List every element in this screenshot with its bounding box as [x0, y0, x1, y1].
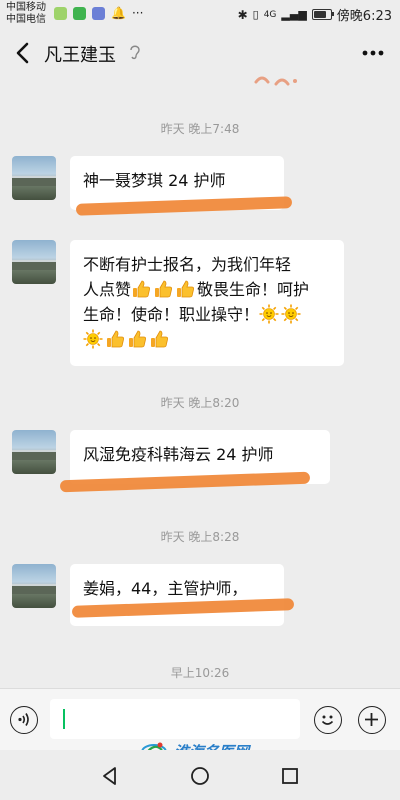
message-text-line: 生命！使命！职业操守！: [83, 302, 331, 327]
thumbs-up-glyph: [151, 330, 168, 348]
thumbs-up-glyph: [177, 280, 195, 298]
ear-icon: [130, 45, 140, 60]
carrier-1: 中国移动: [6, 2, 46, 13]
message-bubble[interactable]: 不断有护士报名，为我们年轻 人点赞 敬畏生命！呵护 生命！使命！职业操守！: [70, 240, 344, 366]
avatar[interactable]: [12, 156, 56, 200]
status-bar: 中国移动 中国电信 🔔 ··· ✱ ▯ 4G ▂▄▆ 傍晚6:23: [0, 0, 400, 30]
thumbs-up-icon: [153, 280, 175, 299]
signal-icon: ▂▄▆: [281, 8, 307, 21]
dots-icon: ···: [131, 6, 144, 20]
voice-button[interactable]: [10, 706, 38, 734]
sun-face-icon: [281, 304, 303, 324]
sun-face-glyph: [83, 329, 103, 349]
sun-face-icon: [259, 304, 281, 324]
avatar[interactable]: [12, 430, 56, 474]
app-notification-icon: [92, 6, 105, 20]
status-right: ✱ ▯ 4G ▂▄▆ 傍晚6:23: [237, 5, 392, 25]
thumbs-up-glyph: [155, 280, 173, 298]
avatar[interactable]: [12, 240, 56, 284]
timestamp: 昨天 晚上8:20: [160, 396, 240, 410]
message-row: 神一聂梦琪 24 护师: [12, 156, 392, 216]
avatar[interactable]: [12, 564, 56, 608]
timestamp: 昨天 晚上8:28: [160, 530, 240, 544]
home-circle-icon[interactable]: [188, 764, 212, 788]
plus-button[interactable]: [358, 706, 386, 734]
system-navigation-bar: [0, 750, 400, 800]
vibrate-icon: ▯: [252, 8, 259, 21]
thumbs-up-glyph: [133, 280, 151, 298]
message-row: 不断有护士报名，为我们年轻 人点赞 敬畏生命！呵护 生命！使命！职业操守！: [12, 240, 392, 370]
emoji-icon: [321, 715, 334, 725]
chat-title[interactable]: 凡王建玉: [44, 41, 116, 67]
message-input[interactable]: [50, 699, 300, 739]
timestamp: 昨天 晚上7:48: [160, 122, 240, 136]
plus-icon: [365, 713, 378, 726]
more-icon[interactable]: [360, 42, 386, 64]
text-caret: [63, 709, 65, 729]
message-text: 不断有护士报名，为我们年轻: [83, 255, 292, 274]
bluetooth-icon: ✱: [237, 7, 248, 22]
message-text: 生命！使命！职业操守！: [83, 305, 260, 324]
recents-square-icon[interactable]: [278, 764, 302, 788]
message-row: 风湿免疫科韩海云 24 护师: [12, 430, 392, 493]
wechat-notification-icon: [54, 6, 67, 20]
thumbs-up-glyph: [129, 330, 146, 348]
chat-notification-icon: [73, 6, 86, 20]
emoji-button[interactable]: [314, 706, 342, 734]
message-row: 姜娟，44，主管护师，: [12, 564, 392, 626]
message-text: 神一聂梦琪 24 护师: [83, 171, 226, 190]
thumbs-up-icon: [131, 280, 153, 299]
signal-label: 4G: [263, 9, 277, 20]
voice-icon: [18, 713, 29, 726]
battery-icon: [311, 9, 334, 20]
message-text: 敬畏生命！呵护: [197, 280, 310, 299]
message-text-line: 人点赞 敬畏生命！呵护: [83, 277, 331, 302]
status-time: 傍晚6:23: [336, 9, 392, 24]
sticker-fragment: [254, 76, 297, 86]
notification-icons: 🔔 ···: [54, 6, 143, 20]
chat-header: 凡王建玉: [0, 30, 400, 76]
thumbs-up-icon: [127, 330, 149, 349]
sun-face-icon: [83, 329, 105, 349]
timestamp: 早上10:26: [170, 666, 230, 680]
carrier-info: 中国移动 中国电信: [6, 2, 46, 26]
emoji-line: [83, 327, 331, 352]
chat-screen: 中国移动 中国电信 🔔 ··· ✱ ▯ 4G ▂▄▆ 傍晚6:23 凡王建玉 昨…: [0, 0, 400, 800]
message-text: 风湿免疫科韩海云 24 护师: [83, 445, 274, 464]
back-triangle-icon[interactable]: [98, 764, 122, 788]
back-arrow-icon[interactable]: [10, 38, 38, 68]
message-text: 人点赞: [83, 280, 132, 299]
sun-face-glyph: [281, 304, 301, 324]
thumbs-up-icon: [105, 330, 127, 349]
thumbs-up-icon: [149, 330, 171, 349]
message-list[interactable]: 昨天 晚上7:48 神一聂梦琪 24 护师 不断有护士报名，为我们年轻 人点赞 敬…: [0, 76, 400, 688]
battery-fill: [313, 11, 326, 18]
thumbs-up-icon: [175, 280, 197, 299]
thumbs-up-glyph: [107, 330, 124, 348]
sun-face-glyph: [259, 304, 279, 324]
message-text: 姜娟，44，主管护师，: [83, 579, 248, 598]
bell-icon: 🔔: [111, 6, 126, 20]
carrier-2: 中国电信: [6, 14, 46, 25]
